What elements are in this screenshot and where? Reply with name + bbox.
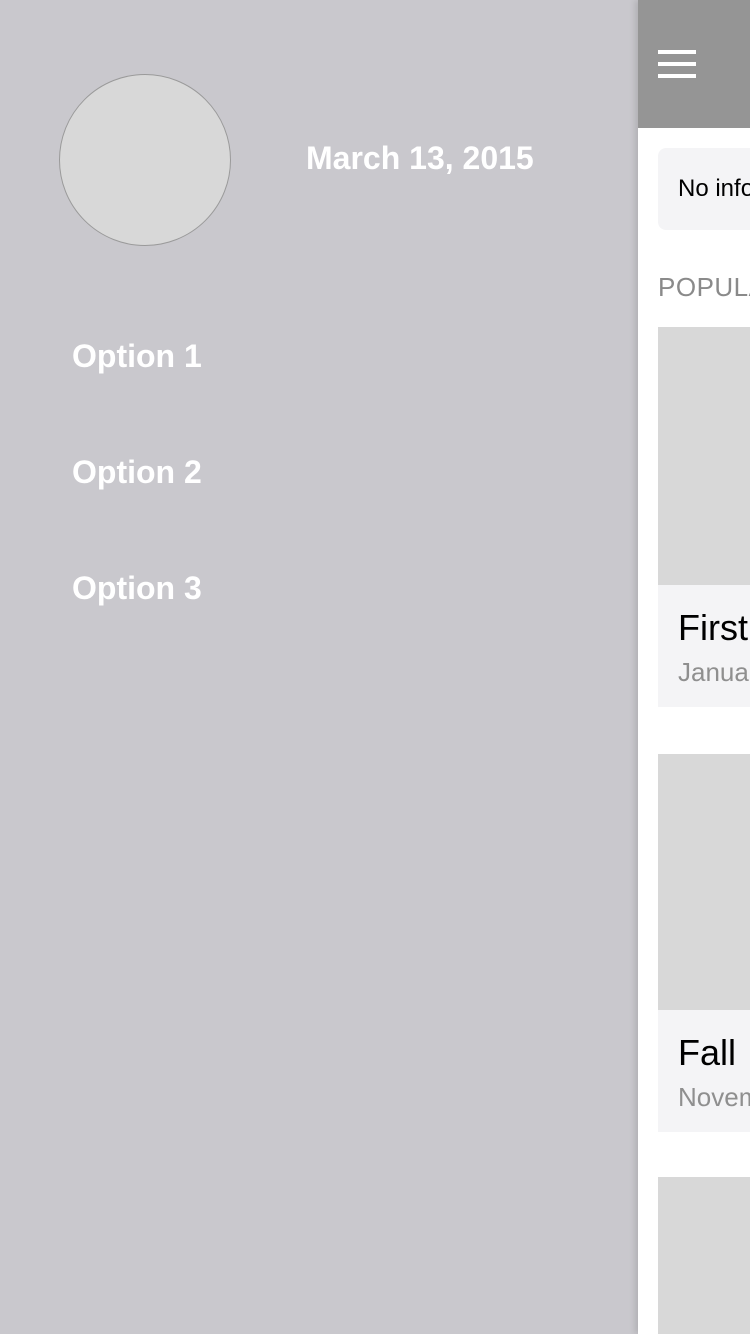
article-card[interactable]: Fall November [658, 754, 750, 1132]
card-date: November [678, 1082, 750, 1112]
side-drawer: March 13, 2015 Option 1 Option 2 Option … [0, 0, 638, 1334]
drawer-menu: Option 1 Option 2 Option 3 [72, 336, 202, 684]
card-title: First [678, 607, 748, 648]
drawer-option-1[interactable]: Option 1 [72, 336, 202, 376]
navigation-bar [638, 0, 750, 128]
avatar[interactable] [59, 74, 231, 246]
drawer-option-3[interactable]: Option 3 [72, 568, 202, 608]
card-title: Fall [678, 1032, 737, 1073]
card-body: First January [658, 585, 750, 707]
drawer-option-2[interactable]: Option 2 [72, 452, 202, 492]
article-card[interactable]: First January [658, 327, 750, 707]
card-date: January [678, 657, 750, 687]
main-screen: No info POPULAR First January Fall Novem… [638, 0, 750, 1334]
article-card[interactable] [658, 1177, 750, 1334]
card-image [658, 327, 750, 585]
info-banner: No info [658, 148, 750, 230]
section-header-popular: POPULAR [658, 272, 750, 302]
card-image [658, 754, 750, 1010]
info-text: No info [678, 175, 750, 202]
hamburger-menu-icon[interactable] [658, 50, 696, 78]
card-body: Fall November [658, 1010, 750, 1132]
drawer-date: March 13, 2015 [306, 140, 534, 176]
card-image [658, 1177, 750, 1334]
